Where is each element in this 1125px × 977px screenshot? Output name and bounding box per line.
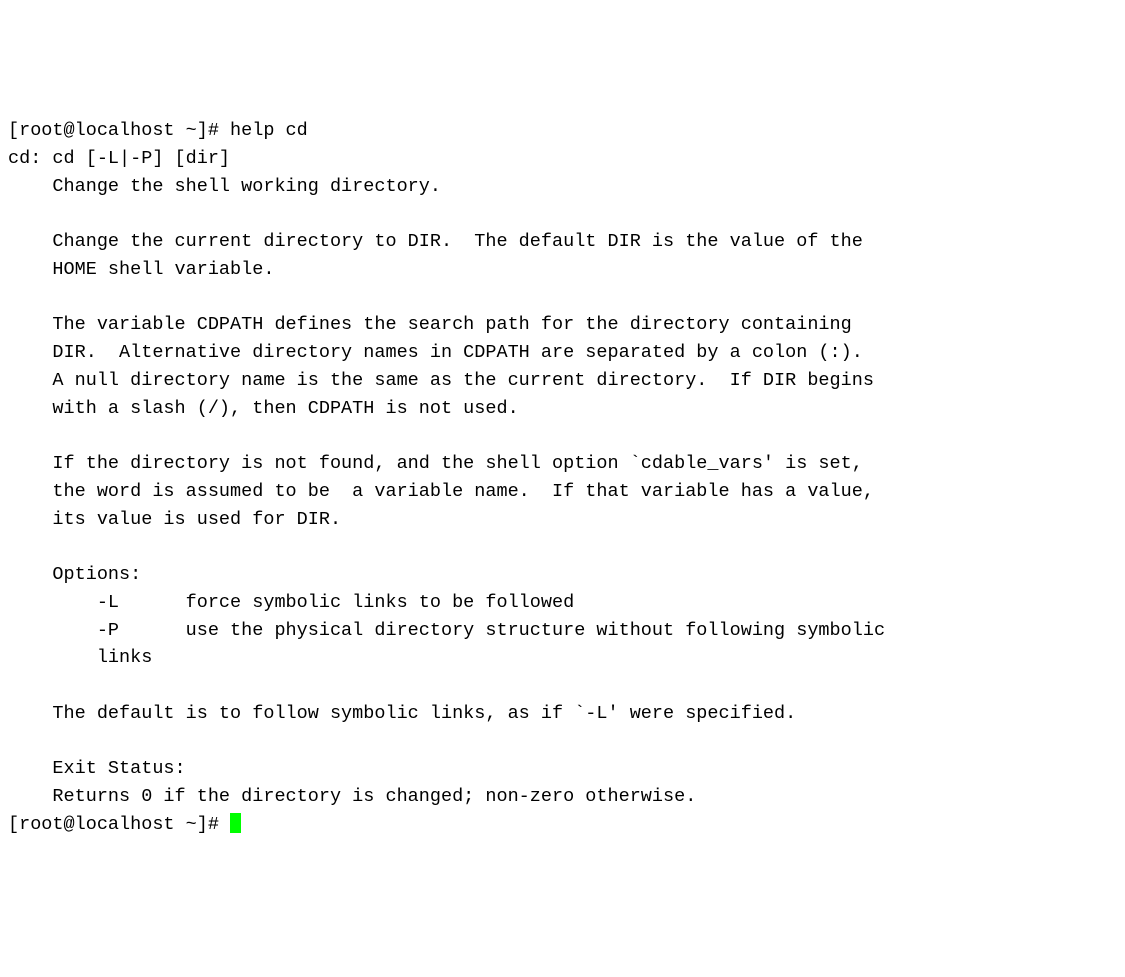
paragraph-line: DIR. Alternative directory names in CDPA… [8,342,863,363]
exit-status-desc: Returns 0 if the directory is changed; n… [8,786,696,807]
blank-line [8,731,52,752]
command-text: help cd [230,120,308,141]
paragraph-line: HOME shell variable. [8,259,274,280]
paragraph-line: the word is assumed to be a variable nam… [8,481,874,502]
blank-line [8,425,52,446]
short-description: Change the shell working directory. [8,176,441,197]
paragraph-line: Change the current directory to DIR. The… [8,231,863,252]
option-p: -P use the physical directory structure … [8,620,885,641]
blank-line [8,675,52,696]
blank-line [8,287,52,308]
terminal-output[interactable]: [root@localhost ~]# help cd cd: cd [-L|-… [8,117,1117,839]
usage-line: cd: cd [-L|-P] [dir] [8,148,230,169]
paragraph-line: If the directory is not found, and the s… [8,453,863,474]
blank-line [8,203,52,224]
blank-line [8,536,52,557]
option-l: -L force symbolic links to be followed [8,592,574,613]
shell-prompt: [root@localhost ~]# [8,814,230,835]
shell-prompt: [root@localhost ~]# [8,120,230,141]
options-header: Options: [8,564,141,585]
paragraph-line: A null directory name is the same as the… [8,370,874,391]
exit-status-header: Exit Status: [8,758,186,779]
paragraph-line: its value is used for DIR. [8,509,341,530]
default-line: The default is to follow symbolic links,… [8,703,796,724]
paragraph-line: with a slash (/), then CDPATH is not use… [8,398,519,419]
paragraph-line: The variable CDPATH defines the search p… [8,314,852,335]
cursor-icon [230,813,241,833]
option-p-cont: links [8,647,152,668]
